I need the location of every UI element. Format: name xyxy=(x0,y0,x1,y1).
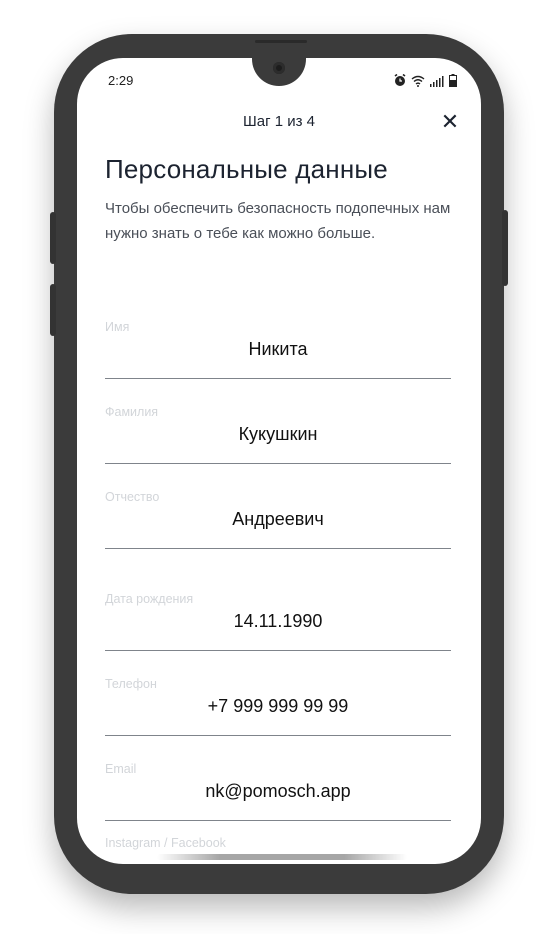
page-subtitle: Чтобы обеспечить безопасность подопечных… xyxy=(105,200,451,242)
speaker-grille xyxy=(255,40,307,43)
phone-input[interactable]: +7 999 999 99 99 xyxy=(105,696,451,717)
battery-icon xyxy=(449,74,457,89)
camera-notch xyxy=(252,58,306,86)
birth-date-input[interactable]: 14.11.1990 xyxy=(105,611,451,632)
email-input[interactable]: nk@pomosch.app xyxy=(105,781,451,802)
email-field[interactable]: Email nk@pomosch.app xyxy=(105,762,451,821)
volume-up-button[interactable] xyxy=(50,212,56,264)
birth-date-field[interactable]: Дата рождения 14.11.1990 xyxy=(105,592,451,651)
field-label: Instagram / Facebook xyxy=(105,836,226,850)
phone-frame: 2:29 Шаг 1 из 4 ✕ Персональные данные Чт… xyxy=(50,34,508,894)
volume-down-button[interactable] xyxy=(50,284,56,336)
power-button[interactable] xyxy=(502,210,508,286)
last-name-input[interactable]: Кукушкин xyxy=(105,424,451,445)
status-icons xyxy=(393,73,457,89)
patronymic-input[interactable]: Андреевич xyxy=(105,509,451,530)
field-label: Дата рождения xyxy=(105,592,194,606)
field-label: Email xyxy=(105,762,137,776)
phone-field[interactable]: Телефон +7 999 999 99 99 xyxy=(105,677,451,736)
stage: 2:29 Шаг 1 из 4 ✕ Персональные данные Чт… xyxy=(0,0,536,934)
page-title: Персональные данные xyxy=(105,154,388,184)
screen: 2:29 Шаг 1 из 4 ✕ Персональные данные Чт… xyxy=(77,58,481,864)
first-name-input[interactable]: Никита xyxy=(105,339,451,360)
status-time: 2:29 xyxy=(108,73,134,88)
close-icon[interactable]: ✕ xyxy=(439,112,461,134)
field-label: Фамилия xyxy=(105,405,159,419)
first-name-field[interactable]: Имя Никита xyxy=(105,320,451,379)
cut-off-text xyxy=(157,854,407,860)
camera-icon xyxy=(273,62,285,74)
patronymic-field[interactable]: Отчество Андреевич xyxy=(105,490,451,549)
field-label: Телефон xyxy=(105,677,157,691)
wizard-header: Шаг 1 из 4 ✕ xyxy=(77,108,481,138)
wifi-icon xyxy=(411,75,425,89)
last-name-field[interactable]: Фамилия Кукушкин xyxy=(105,405,451,464)
alarm-icon xyxy=(393,73,407,89)
step-indicator: Шаг 1 из 4 xyxy=(242,113,315,130)
field-label: Отчество xyxy=(105,490,160,504)
field-label: Имя xyxy=(105,320,130,334)
signal-icon xyxy=(429,75,445,89)
